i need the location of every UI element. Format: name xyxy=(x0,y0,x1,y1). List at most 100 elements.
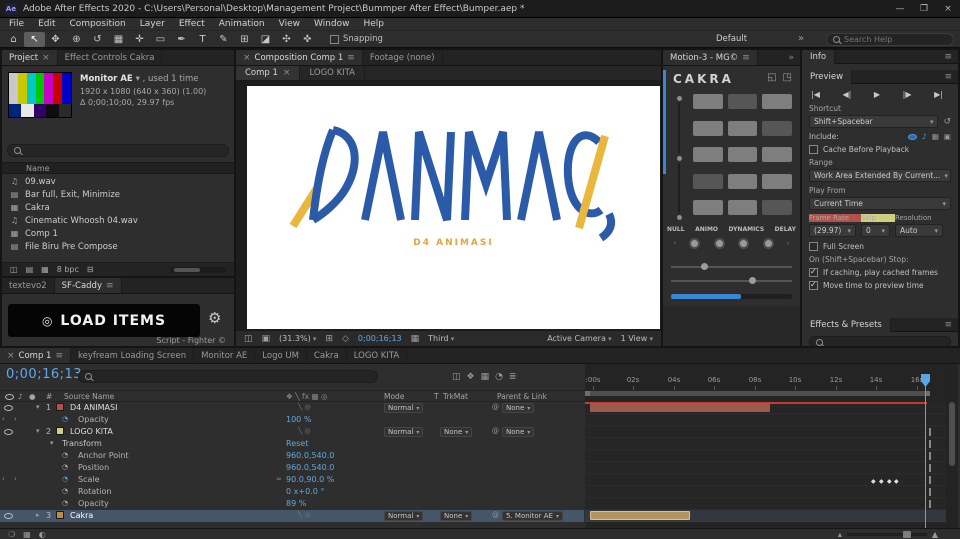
shape-tool-icon[interactable]: ▭ xyxy=(150,32,171,47)
shy-toggle-icon[interactable]: ❍ xyxy=(8,530,15,539)
trash-icon[interactable]: ⊟ xyxy=(87,265,94,274)
menu-effect[interactable]: Effect xyxy=(172,19,212,29)
last-frame-button[interactable]: ▶| xyxy=(934,90,943,99)
snapshot-icon[interactable]: ◫ xyxy=(244,334,253,344)
animo-button[interactable]: ANIMO xyxy=(695,226,718,233)
twirl-icon[interactable]: ▾ xyxy=(36,403,40,411)
camera-tool-icon[interactable]: ▦ xyxy=(108,32,129,47)
list-item[interactable]: ▦ Cakra xyxy=(2,201,234,214)
close-icon[interactable]: × xyxy=(283,68,291,78)
full-screen-checkbox[interactable] xyxy=(809,242,818,251)
workspace-overflow-icon[interactable]: » xyxy=(798,33,804,44)
knob[interactable] xyxy=(738,238,750,249)
property-name[interactable]: Anchor Point xyxy=(78,451,129,460)
panel-menu-icon[interactable]: ≡ xyxy=(347,53,355,63)
motion-slider-strip[interactable] xyxy=(671,94,687,222)
motion-slider[interactable] xyxy=(671,277,792,284)
hand-tool-icon[interactable]: ✥ xyxy=(45,32,66,47)
move-time-checkbox[interactable] xyxy=(809,280,818,290)
play-from-dropdown[interactable]: Current Time xyxy=(809,197,951,210)
tab-effect-controls[interactable]: Effect Controls Cakra xyxy=(58,50,163,65)
project-bit-depth[interactable]: 8 bpc xyxy=(57,265,79,274)
property-name[interactable]: Position xyxy=(78,463,109,472)
brush-tool-icon[interactable]: ✎ xyxy=(213,32,234,47)
property-value[interactable]: 0 x+0.0 ° xyxy=(286,487,324,496)
current-time-display[interactable]: 0;00;16;13 xyxy=(358,334,402,343)
mask-icon[interactable]: ◇ xyxy=(342,334,349,344)
knob-left-icon[interactable]: ‹ xyxy=(674,240,676,247)
trkmat-column[interactable]: TrkMat xyxy=(443,392,468,401)
menu-view[interactable]: View xyxy=(272,19,307,29)
tab-composition[interactable]: × Composition Comp 1 ≡ xyxy=(236,50,363,65)
layer-duration-bar[interactable] xyxy=(590,403,770,412)
help-search[interactable] xyxy=(826,33,954,46)
motion-slider[interactable] xyxy=(671,263,792,270)
property-value[interactable]: 90.0,90.0 % xyxy=(286,475,334,484)
tab-textevo2[interactable]: textevo2 xyxy=(2,278,55,293)
blend-mode-dropdown[interactable]: Normal xyxy=(384,403,424,413)
dynamics-button[interactable]: DYNAMICS xyxy=(729,226,765,233)
help-search-input[interactable] xyxy=(844,35,944,44)
layer-row-selected[interactable]: ▸ 3 Cakra ╲ ◎ Normal None @ 5. Monitor A… xyxy=(0,510,584,522)
layer-name[interactable]: D4 ANIMASI xyxy=(70,403,117,412)
list-item[interactable]: ♫ 09.wav xyxy=(2,175,234,188)
layer-switches-icons[interactable]: ╲ ◎ xyxy=(298,511,311,519)
reset-icon[interactable]: ↺ xyxy=(943,117,951,127)
stopwatch-icon[interactable]: ◔ xyxy=(62,463,68,471)
next-frame-button[interactable]: |▶ xyxy=(903,90,912,99)
info-panel-tab[interactable]: Info ≡ xyxy=(802,50,958,64)
menu-edit[interactable]: Edit xyxy=(31,19,62,29)
parent-link-column[interactable]: Parent & Link xyxy=(497,392,547,401)
include-video-icon[interactable] xyxy=(908,133,918,140)
timeline-tab-comp1[interactable]: × Comp 1 ≡ xyxy=(0,348,72,363)
layer-row[interactable]: ▾ 1 D4 ANIMASI ╲ ◎ Normal @ None xyxy=(0,402,584,414)
property-value[interactable]: 89 % xyxy=(286,499,306,508)
new-composition-icon[interactable]: ▦ xyxy=(41,265,49,274)
delay-button[interactable]: DELAY xyxy=(775,226,796,233)
tab-motion[interactable]: Motion-3 - MG© ≡ xyxy=(663,50,758,65)
t-column[interactable]: T xyxy=(434,392,439,401)
project-list-header[interactable]: Name xyxy=(2,162,234,174)
include-audio-icon[interactable]: ♪ xyxy=(922,132,927,141)
shortcut-dropdown[interactable]: Shift+Spacebar xyxy=(809,115,939,128)
menu-help[interactable]: Help xyxy=(356,19,391,29)
keyframe-icon[interactable]: ◆ xyxy=(887,478,892,485)
keyframe-icon[interactable]: ◆ xyxy=(871,478,876,485)
tab-sf-caddy[interactable]: SF-Caddy ≡ xyxy=(54,278,122,293)
timeline-vertical-scrollbar[interactable] xyxy=(946,364,958,528)
property-group-row[interactable]: ▾ Transform Reset xyxy=(0,438,584,450)
composition-canvas[interactable]: D4 ANIMASI xyxy=(247,86,660,329)
home-tool-icon[interactable]: ⌂ xyxy=(3,32,24,47)
layer-duration-bar[interactable] xyxy=(590,511,690,520)
pickwhip-icon[interactable]: @ xyxy=(492,511,499,519)
footage-name[interactable]: Monitor AE ▾ , used 1 time xyxy=(80,74,199,84)
next-keyframe-icon[interactable]: › xyxy=(14,475,17,483)
null-button[interactable]: NULL xyxy=(667,226,685,233)
selection-tool-icon[interactable]: ↖ xyxy=(24,31,45,47)
channel-icon[interactable]: ▣ xyxy=(262,334,271,344)
menu-file[interactable]: File xyxy=(2,19,31,29)
project-search-input[interactable] xyxy=(26,143,206,158)
effects-presets-panel-tab[interactable]: Effects & Presets ≡ xyxy=(802,317,958,332)
prev-keyframe-icon[interactable]: ‹ xyxy=(2,475,5,483)
view-layout-dropdown[interactable]: 1 View xyxy=(621,334,653,343)
knob[interactable] xyxy=(762,238,774,249)
list-item[interactable]: ▦ Comp 1 xyxy=(2,227,234,240)
timeline-tab-keyfream[interactable]: keyfream Loading Screen xyxy=(71,348,195,363)
timeline-zoom-slider[interactable] xyxy=(846,530,927,538)
orbit-tool-icon[interactable]: ↺ xyxy=(87,32,108,47)
panel-menu-icon[interactable]: ≡ xyxy=(106,281,114,291)
timeline-tab-logo-um[interactable]: Logo UM xyxy=(255,348,307,363)
menu-animation[interactable]: Animation xyxy=(212,19,272,29)
layer-color-chip[interactable] xyxy=(56,511,64,519)
effects-search[interactable] xyxy=(809,334,951,346)
range-dropdown[interactable]: Work Area Extended By Current... xyxy=(809,169,951,182)
play-button[interactable]: ▶ xyxy=(874,90,880,99)
layer-name[interactable]: Cakra xyxy=(70,511,93,520)
knob[interactable] xyxy=(689,238,701,249)
twirl-icon[interactable]: ▸ xyxy=(36,511,40,519)
layer-color-chip[interactable] xyxy=(56,427,64,435)
preview-panel-tab[interactable]: Preview ≡ xyxy=(802,69,958,84)
previous-frame-button[interactable]: ◀| xyxy=(842,90,851,99)
playhead-handle[interactable] xyxy=(921,374,930,387)
